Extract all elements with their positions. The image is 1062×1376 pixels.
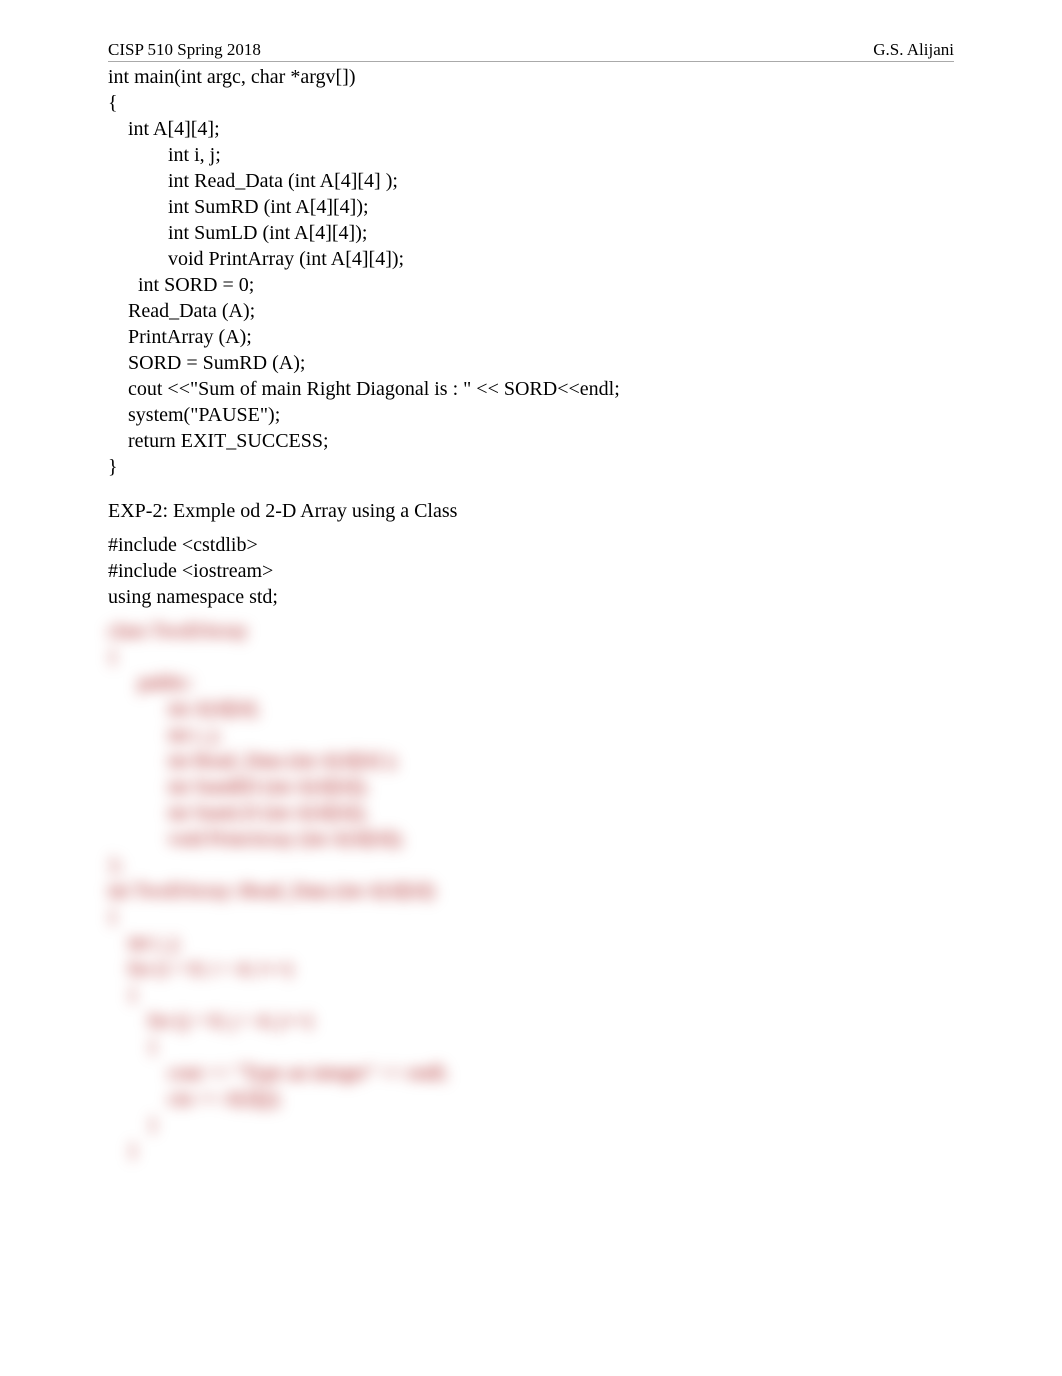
blur-line: public:	[108, 670, 954, 696]
blur-line: int Read_Data (int A[4][4] );	[108, 748, 954, 774]
code-block-2: #include <cstdlib> #include <iostream> u…	[108, 532, 954, 610]
blur-line: {	[108, 904, 954, 930]
code-line: int Read_Data (int A[4][4] );	[108, 168, 954, 194]
code-line: int i, j;	[108, 142, 954, 168]
page-header: CISP 510 Spring 2018 G.S. Alijani	[108, 40, 954, 62]
blur-line: }	[108, 1112, 954, 1138]
code-line: PrintArray (A);	[108, 324, 954, 350]
blur-line: for (i = 0; i < 4; i++)	[108, 956, 954, 982]
code-line: using namespace std;	[108, 584, 954, 610]
code-line: SORD = SumRD (A);	[108, 350, 954, 376]
blur-line: {	[108, 644, 954, 670]
blur-line: cout << "Type an integer" << endl;	[108, 1060, 954, 1086]
blur-line: for (j = 0; j < 4; j++)	[108, 1008, 954, 1034]
blur-line: cin >> A[i][j];	[108, 1086, 954, 1112]
document-page: CISP 510 Spring 2018 G.S. Alijani int ma…	[0, 0, 1062, 1184]
code-line: return EXIT_SUCCESS;	[108, 428, 954, 454]
blur-line: int SumRD (int A[4][4]);	[108, 774, 954, 800]
code-line: system("PAUSE");	[108, 402, 954, 428]
blur-line: int i, j;	[108, 930, 954, 956]
code-line: int SORD = 0;	[108, 272, 954, 298]
code-line: int SumRD (int A[4][4]);	[108, 194, 954, 220]
blur-line: int TwoDArray::Read_Data (int A[4][4])	[108, 878, 954, 904]
code-line: void PrintArray (int A[4][4]);	[108, 246, 954, 272]
blur-line: };	[108, 852, 954, 878]
blur-line: {	[108, 982, 954, 1008]
code-line: int SumLD (int A[4][4]);	[108, 220, 954, 246]
code-line: cout <<"Sum of main Right Diagonal is : …	[108, 376, 954, 402]
code-line: }	[108, 454, 954, 480]
code-line: int main(int argc, char *argv[])	[108, 64, 954, 90]
code-block-1: int main(int argc, char *argv[]) { int A…	[108, 64, 954, 480]
blur-line: int A[4][4];	[108, 696, 954, 722]
code-line: int A[4][4];	[108, 116, 954, 142]
blur-line: void PrintArray (int A[4][4]);	[108, 826, 954, 852]
code-line: #include <iostream>	[108, 558, 954, 584]
blur-line: int i, j;	[108, 722, 954, 748]
header-right: G.S. Alijani	[873, 40, 954, 60]
code-line: Read_Data (A);	[108, 298, 954, 324]
section-heading: EXP-2: Exmple od 2-D Array using a Class	[108, 498, 954, 524]
blur-line: {	[108, 1034, 954, 1060]
blurred-content: class TwoDArray { public: int A[4][4]; i…	[108, 618, 954, 1164]
blur-line: int SumLD (int A[4][4]);	[108, 800, 954, 826]
blur-line: class TwoDArray	[108, 618, 954, 644]
code-line: #include <cstdlib>	[108, 532, 954, 558]
blur-line: }	[108, 1138, 954, 1164]
header-left: CISP 510 Spring 2018	[108, 40, 261, 60]
code-line: {	[108, 90, 954, 116]
